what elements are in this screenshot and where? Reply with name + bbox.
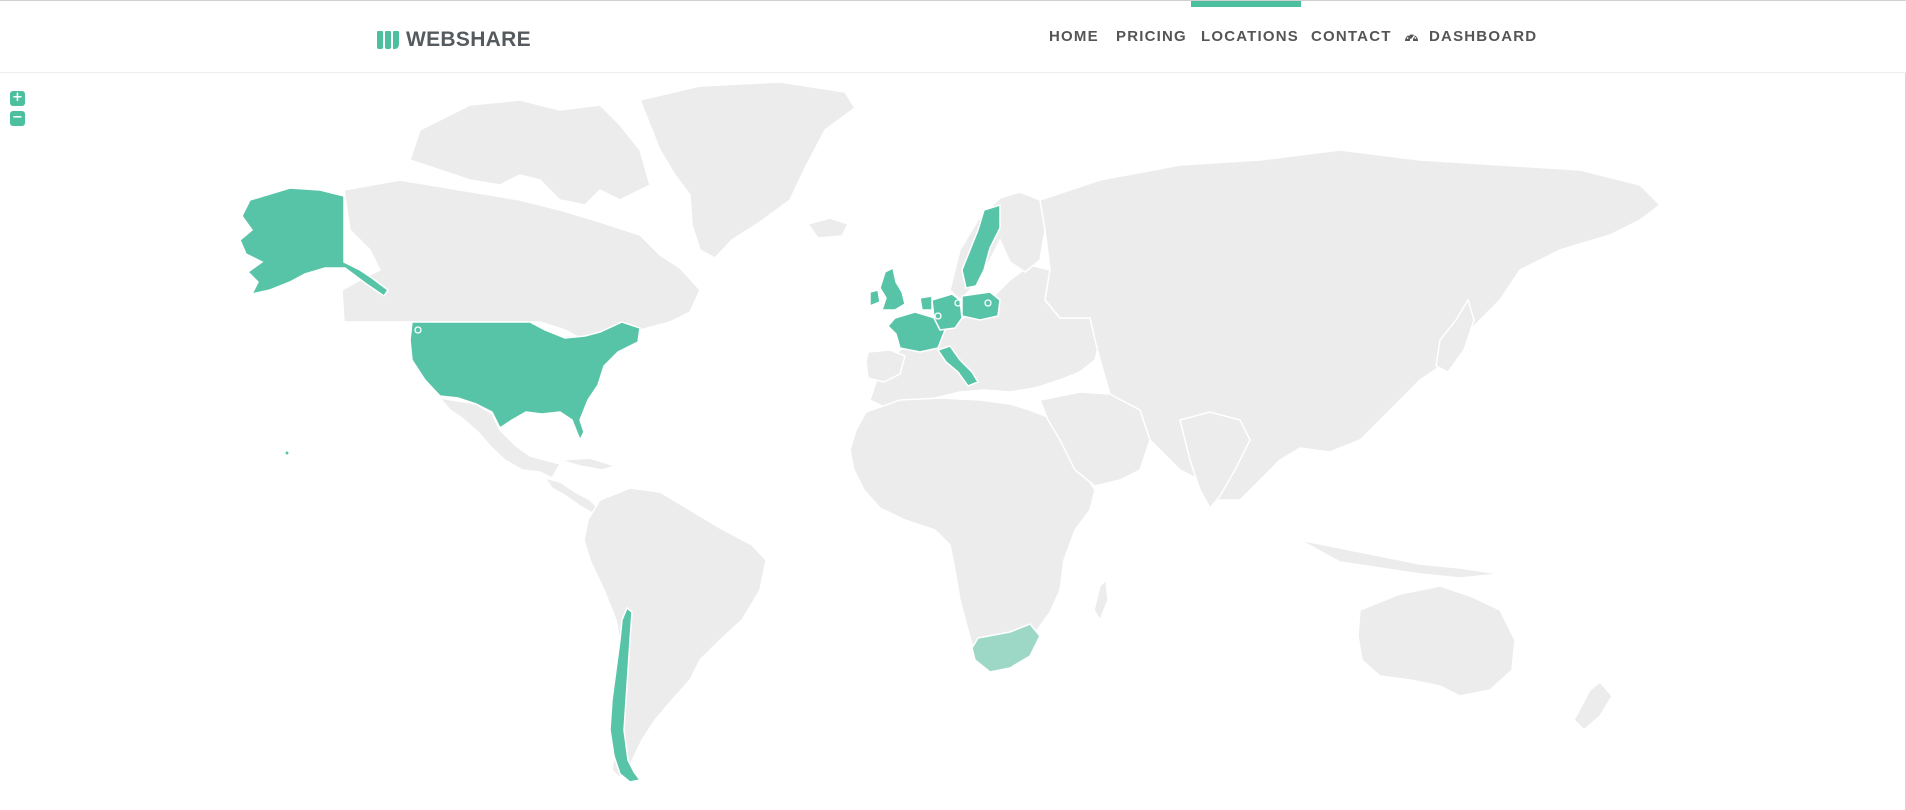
poland[interactable] bbox=[961, 291, 1001, 321]
brand-name: WEBSHARE bbox=[406, 28, 531, 51]
dashboard-gauge-icon bbox=[1405, 34, 1418, 42]
world-map[interactable] bbox=[0, 73, 1906, 810]
brand-logo[interactable]: WEBSHARE bbox=[376, 28, 531, 51]
nav-pricing[interactable]: PRICING bbox=[1116, 28, 1187, 45]
united-states[interactable] bbox=[409, 321, 641, 442]
site-header: WEBSHARE HOME PRICING LOCATIONS CONTACT … bbox=[0, 1, 1906, 73]
canada[interactable] bbox=[341, 179, 701, 339]
nav-dashboard[interactable]: DASHBOARD bbox=[1404, 28, 1537, 45]
nav-active-indicator bbox=[1191, 1, 1301, 7]
nav-contact[interactable]: CONTACT bbox=[1311, 28, 1392, 45]
central-america[interactable] bbox=[543, 476, 602, 515]
location-marker[interactable] bbox=[901, 304, 909, 312]
hawaii[interactable] bbox=[284, 450, 290, 456]
nav-locations[interactable]: LOCATIONS bbox=[1201, 28, 1299, 45]
ireland[interactable] bbox=[869, 289, 881, 308]
nav-home[interactable]: HOME bbox=[1049, 28, 1099, 45]
webshare-logo-icon bbox=[377, 31, 399, 49]
new-zealand[interactable] bbox=[1573, 680, 1613, 732]
cuba[interactable] bbox=[559, 457, 618, 471]
southeast-asia[interactable] bbox=[1299, 539, 1501, 579]
netherlands[interactable] bbox=[919, 295, 933, 311]
madagascar[interactable] bbox=[1093, 578, 1109, 622]
nav-dashboard-label: DASHBOARD bbox=[1429, 28, 1538, 45]
australia[interactable] bbox=[1357, 585, 1516, 697]
iceland[interactable] bbox=[806, 217, 850, 239]
united-kingdom[interactable] bbox=[879, 266, 906, 311]
